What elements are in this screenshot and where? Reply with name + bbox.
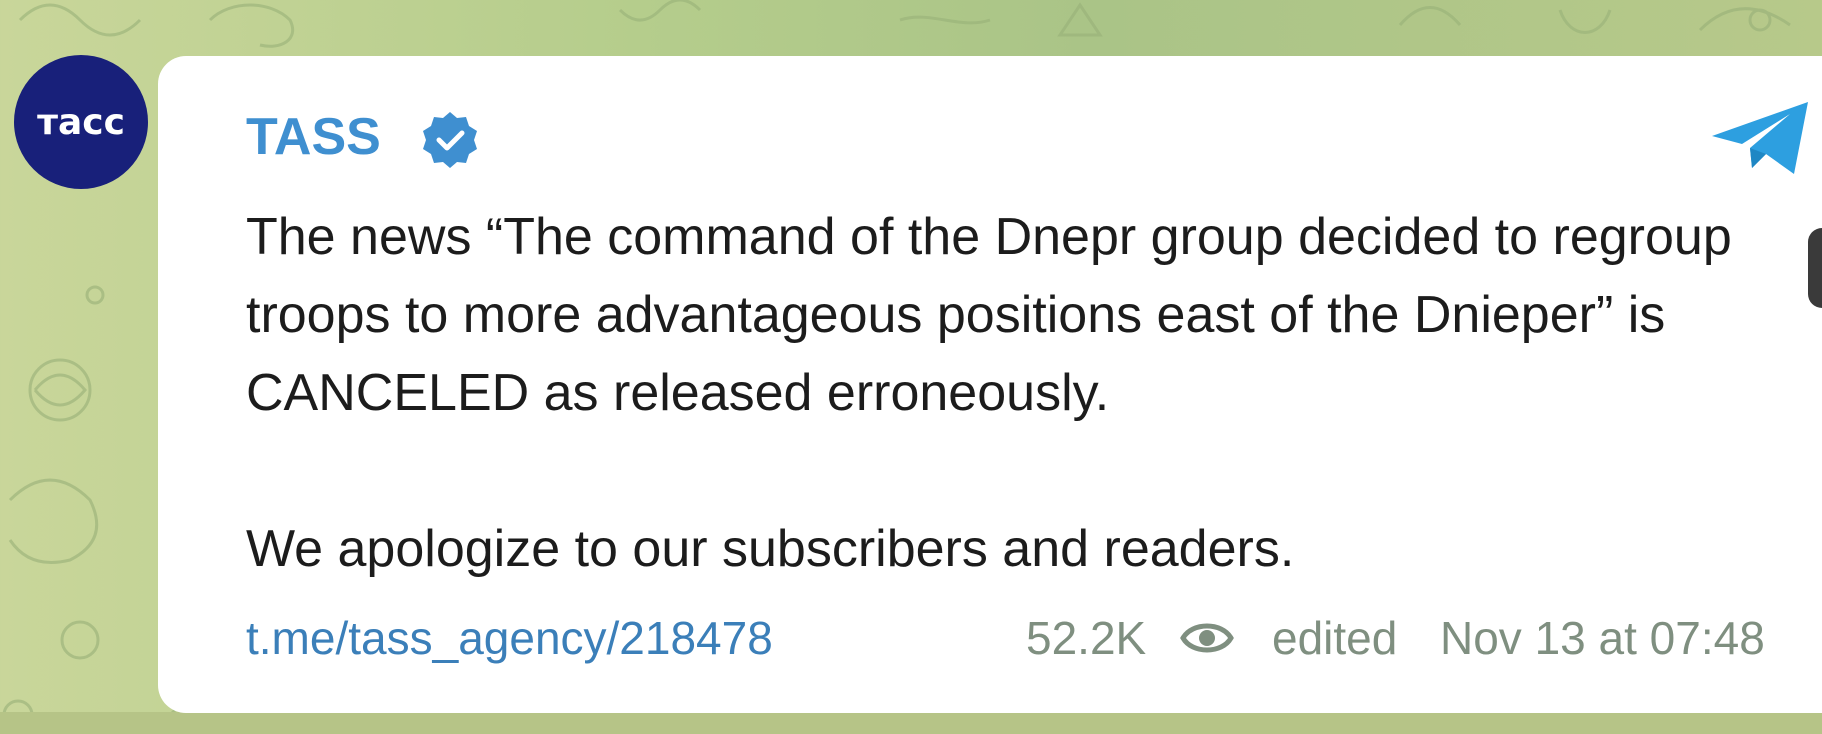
avatar-logo-text: тасс bbox=[37, 101, 125, 143]
bottom-background-band bbox=[0, 712, 1822, 734]
view-count: 52.2K bbox=[1026, 612, 1147, 664]
message-paragraph: The news “The command of the Dnepr group… bbox=[246, 208, 1732, 422]
telegram-logo-icon[interactable] bbox=[1708, 100, 1812, 176]
post-link[interactable]: t.me/tass_agency/218478 bbox=[246, 608, 773, 668]
message-paragraph: We apologize to our subscribers and read… bbox=[246, 520, 1295, 578]
channel-avatar[interactable]: тасс bbox=[14, 55, 148, 189]
channel-name[interactable]: TASS bbox=[246, 106, 381, 168]
verified-badge-icon bbox=[423, 112, 477, 168]
message-timestamp: Nov 13 at 07:48 bbox=[1440, 612, 1765, 664]
edited-label: edited bbox=[1272, 612, 1398, 664]
side-action-button[interactable] bbox=[1808, 228, 1822, 308]
eye-icon bbox=[1180, 623, 1234, 653]
message-footer: t.me/tass_agency/218478 52.2K edited Nov… bbox=[246, 608, 1822, 668]
message-text: The news “The command of the Dnepr group… bbox=[246, 198, 1806, 588]
